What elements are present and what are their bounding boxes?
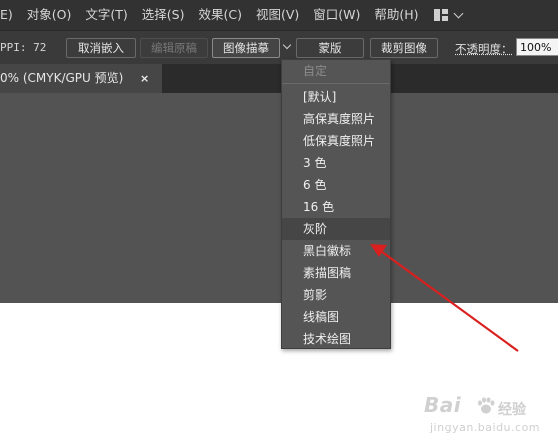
preset-default[interactable]: [默认] — [282, 86, 390, 108]
menu-select[interactable]: 选择(S) — [135, 0, 192, 30]
preset-technical-drawing[interactable]: 技术绘图 — [282, 328, 390, 350]
menu-type[interactable]: 文字(T) — [78, 0, 134, 30]
preset-16-colors[interactable]: 16 色 — [282, 196, 390, 218]
menu-help[interactable]: 帮助(H) — [367, 0, 425, 30]
menu-bar: E) 对象(O) 文字(T) 选择(S) 效果(C) 视图(V) 窗口(W) 帮… — [0, 0, 558, 30]
document-tab-title: 0% (CMYK/GPU 预览) — [0, 71, 124, 85]
paw-icon — [478, 397, 495, 414]
menu-view[interactable]: 视图(V) — [249, 0, 306, 30]
watermark-url: jingyan.baidu.com — [430, 421, 541, 434]
menu-separator — [282, 83, 390, 84]
canvas-pasteboard[interactable] — [0, 93, 558, 303]
preset-custom: 自定 — [303, 64, 328, 78]
baidu-watermark: Bai 经验 jingyan.baidu.com — [424, 393, 556, 443]
preset-high-fidelity-photo[interactable]: 高保真度照片 — [282, 108, 390, 130]
edit-original-button[interactable]: 编辑原稿 — [140, 38, 208, 58]
ppi-readout: PPI: 72 — [0, 41, 47, 54]
workspace-switcher[interactable] — [433, 8, 463, 21]
menu-object[interactable]: 对象(O) — [20, 0, 79, 30]
document-tab[interactable]: 0% (CMYK/GPU 预览) × — [0, 64, 162, 93]
control-bar: PPI: 72 取消嵌入 编辑原稿 图像描摹 蒙版 裁剪图像 不透明度： 100… — [0, 30, 558, 65]
preset-silhouettes[interactable]: 剪影 — [282, 284, 390, 306]
trace-preset-dropdown-icon[interactable] — [282, 40, 292, 50]
mask-button[interactable]: 蒙版 — [296, 38, 364, 58]
preset-6-colors[interactable]: 6 色 — [282, 174, 390, 196]
preset-black-white-logo[interactable]: 黑白徽标 — [282, 240, 390, 262]
menu-edit[interactable]: E) — [0, 0, 20, 30]
close-icon[interactable]: × — [140, 64, 149, 93]
preset-low-fidelity-photo[interactable]: 低保真度照片 — [282, 130, 390, 152]
document-tab-bar: 0% (CMYK/GPU 预览) × — [0, 64, 558, 93]
crop-image-button[interactable]: 裁剪图像 — [370, 38, 438, 58]
watermark-logo: Bai — [424, 393, 462, 417]
menu-window[interactable]: 窗口(W) — [306, 0, 367, 30]
chevron-down-icon — [453, 8, 463, 18]
workspace-grid-icon — [433, 9, 448, 21]
preset-sketched-art[interactable]: 素描图稿 — [282, 262, 390, 284]
watermark-suffix: 经验 — [498, 402, 526, 418]
trace-preset-menu: 自定 [默认] 高保真度照片 低保真度照片 3 色 6 色 16 色 灰阶 黑白… — [281, 59, 391, 349]
image-trace-button[interactable]: 图像描摹 — [212, 38, 280, 58]
unembed-button[interactable]: 取消嵌入 — [66, 38, 136, 58]
opacity-input[interactable]: 100% — [516, 38, 558, 56]
opacity-label[interactable]: 不透明度： — [455, 41, 513, 57]
preset-grayscale[interactable]: 灰阶 — [282, 218, 390, 240]
preset-line-art[interactable]: 线稿图 — [282, 306, 390, 328]
menu-effect[interactable]: 效果(C) — [191, 0, 248, 30]
preset-3-colors[interactable]: 3 色 — [282, 152, 390, 174]
